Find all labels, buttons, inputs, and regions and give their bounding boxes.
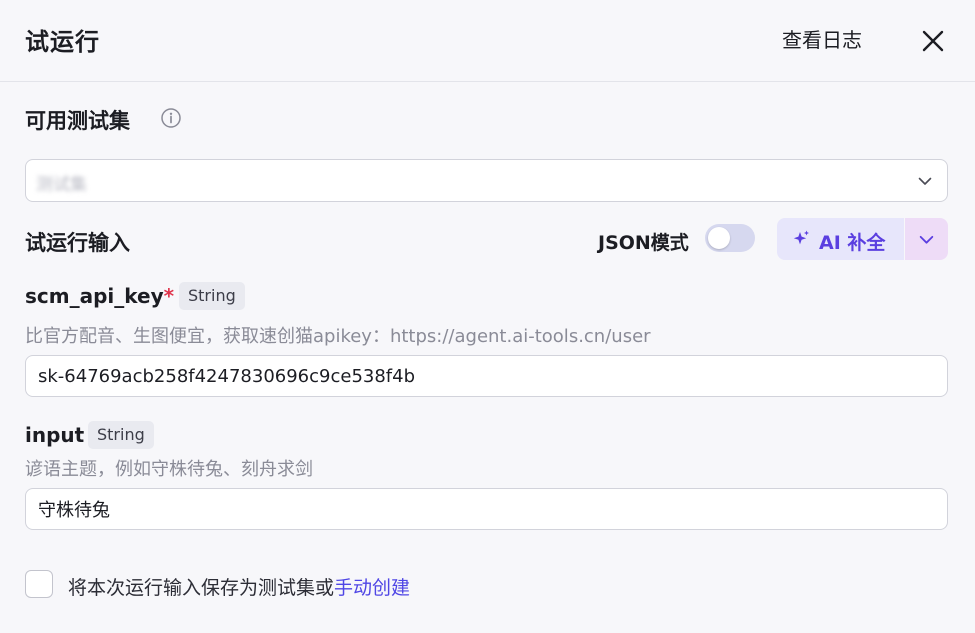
json-mode-toggle[interactable] xyxy=(705,224,755,252)
required-mark: * xyxy=(163,284,175,308)
type-badge: String xyxy=(179,282,245,310)
field-name-scm-api-key: scm_api_key* xyxy=(25,284,174,308)
scm-api-key-input[interactable] xyxy=(25,355,948,397)
test-set-label: 可用测试集 xyxy=(25,109,130,133)
chevron-down-icon xyxy=(919,235,934,244)
ai-complete-label: AI 补全 xyxy=(819,232,886,254)
save-as-test-set-checkbox[interactable] xyxy=(25,570,53,598)
json-mode-label: JSON模式 xyxy=(598,232,689,254)
manual-create-link[interactable]: 手动创建 xyxy=(334,577,410,599)
field-description: 比官方配音、生图便宜，获取速创猫apikey：https://agent.ai-… xyxy=(25,326,651,347)
save-option-label: 将本次运行输入保存为测试集或 xyxy=(68,577,335,599)
panel-title: 试运行 xyxy=(25,28,100,56)
test-set-selected-value: 测试集 xyxy=(36,175,87,195)
sparkle-icon xyxy=(793,230,809,245)
close-icon[interactable] xyxy=(917,25,949,57)
type-badge: String xyxy=(88,421,154,449)
field-description: 谚语主题，例如守株待兔、刻舟求剑 xyxy=(25,459,313,480)
ai-complete-dropdown[interactable] xyxy=(905,218,948,260)
run-input-label: 试运行输入 xyxy=(25,231,130,255)
info-icon[interactable] xyxy=(160,107,182,129)
panel-header: 试运行 查看日志 xyxy=(0,0,975,82)
save-as-test-set-text: 将本次运行输入保存为测试集或手动创建 xyxy=(68,573,410,600)
toggle-knob xyxy=(708,227,730,249)
chevron-down-icon xyxy=(918,177,932,185)
field-name-input: input xyxy=(25,423,85,447)
field-name-text: scm_api_key xyxy=(25,284,164,308)
test-set-select[interactable]: 测试集 xyxy=(25,159,948,202)
ai-complete-button[interactable]: AI 补全 xyxy=(777,218,904,260)
input-field[interactable] xyxy=(25,488,948,530)
view-logs-button[interactable]: 查看日志 xyxy=(782,24,862,53)
